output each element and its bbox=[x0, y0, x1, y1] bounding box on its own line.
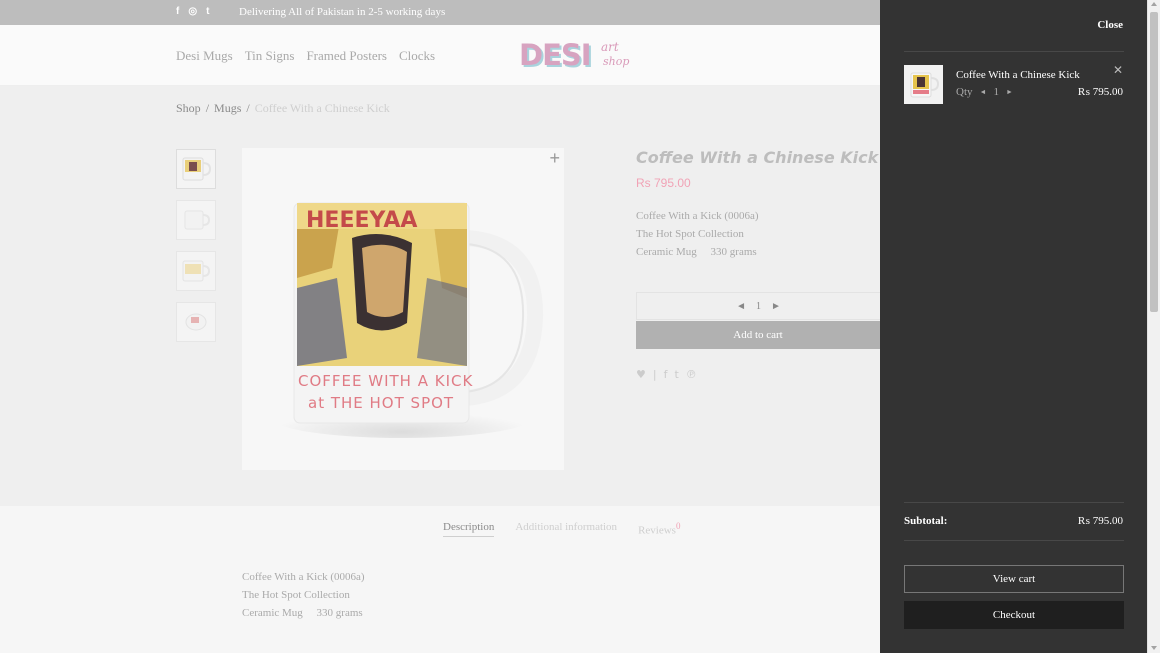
product-short-description: Coffee With a Kick (0006a) The Hot Spot … bbox=[636, 207, 759, 261]
logo-sub-shop: shop bbox=[603, 55, 630, 68]
desc-line: Coffee With a Kick (0006a) bbox=[636, 210, 759, 222]
zoom-icon[interactable]: + bbox=[549, 148, 560, 169]
cart-item-title[interactable]: Coffee With a Chinese Kick bbox=[956, 69, 1080, 81]
mug-thumbnail-icon bbox=[182, 157, 212, 181]
facebook-share-icon[interactable]: f bbox=[664, 368, 668, 381]
mug-image: HEEEYAA COFFEE WITH A KICK at THE HOT SP… bbox=[272, 202, 544, 438]
breadcrumb-shop[interactable]: Shop bbox=[176, 101, 201, 116]
thumbnail-2[interactable] bbox=[176, 200, 216, 240]
quantity-stepper[interactable]: ◄ 1 ► bbox=[636, 292, 880, 320]
wishlist-heart-icon[interactable]: ♥ bbox=[636, 368, 646, 381]
decrease-qty-icon[interactable]: ◄ bbox=[736, 301, 746, 312]
tab-description[interactable]: Description bbox=[443, 521, 495, 537]
scroll-up-icon[interactable] bbox=[1151, 2, 1157, 6]
subtotal-label: Subtotal: bbox=[904, 515, 948, 527]
page-scrollbar[interactable] bbox=[1147, 0, 1160, 653]
cart-item-image[interactable] bbox=[904, 65, 943, 104]
product-main-image[interactable]: + HEEEYAA COFFEE WITH A KICK at THE HOT bbox=[242, 148, 564, 470]
product-tabs: Description Additional information Revie… bbox=[443, 521, 680, 537]
breadcrumb-separator: / bbox=[246, 101, 250, 115]
divider: | bbox=[652, 368, 657, 381]
close-cart-button[interactable]: Close bbox=[1097, 19, 1123, 31]
reviews-count-badge: 0 bbox=[675, 521, 681, 531]
breadcrumb-separator: / bbox=[205, 101, 210, 115]
mug-thumbnail-icon bbox=[185, 313, 207, 331]
twitter-icon[interactable]: t bbox=[206, 6, 209, 17]
divider bbox=[904, 51, 1124, 52]
remove-item-icon[interactable]: ✕ bbox=[1113, 63, 1123, 77]
share-icons: ♥ | f t ℗ bbox=[636, 368, 697, 381]
logo-sub-art: art bbox=[601, 40, 619, 54]
instagram-icon[interactable]: ◎ bbox=[188, 6, 197, 17]
add-to-cart-button[interactable]: Add to cart bbox=[636, 321, 880, 349]
social-links: f ◎ t bbox=[176, 6, 209, 17]
checkout-button[interactable]: Checkout bbox=[904, 601, 1124, 629]
breadcrumb-mugs[interactable]: Mugs bbox=[214, 101, 241, 116]
nav-item-desi-mugs[interactable]: Desi Mugs bbox=[176, 48, 233, 64]
tab-additional-information[interactable]: Additional information bbox=[515, 521, 617, 537]
cart-item-price: ₨ 795.00 bbox=[1077, 86, 1123, 98]
desc-line: The Hot Spot Collection bbox=[636, 228, 744, 240]
mug-thumbnail-icon bbox=[910, 72, 939, 97]
quantity-value[interactable]: 1 bbox=[756, 301, 761, 312]
thumbnail-3[interactable] bbox=[176, 251, 216, 291]
divider bbox=[904, 502, 1124, 503]
desc-line: The Hot Spot Collection bbox=[242, 589, 350, 601]
svg-text:at THE HOT SPOT: at THE HOT SPOT bbox=[308, 394, 454, 412]
view-cart-button[interactable]: View cart bbox=[904, 565, 1124, 593]
thumbnail-4[interactable] bbox=[176, 302, 216, 342]
shipping-message: Delivering All of Pakistan in 2-5 workin… bbox=[239, 6, 446, 18]
tab-reviews-label: Reviews bbox=[638, 524, 676, 537]
product-price: Rs 795.00 bbox=[636, 176, 691, 190]
product-title: Coffee With a Chinese Kick bbox=[636, 148, 879, 167]
svg-text:HEEEYAA: HEEEYAA bbox=[306, 208, 417, 233]
main-nav: Desi Mugs Tin Signs Framed Posters Clock… bbox=[176, 48, 435, 64]
breadcrumb: Shop / Mugs / Coffee With a Chinese Kick bbox=[176, 101, 390, 116]
pinterest-share-icon[interactable]: ℗ bbox=[686, 368, 697, 381]
mug-thumbnail-icon bbox=[182, 260, 211, 282]
scrollbar-thumb[interactable] bbox=[1150, 12, 1158, 312]
desc-line: Ceramic Mug 330 grams bbox=[636, 246, 757, 258]
tab-reviews[interactable]: Reviews0 bbox=[638, 521, 680, 537]
tab-description-content: Coffee With a Kick (0006a) The Hot Spot … bbox=[242, 568, 365, 622]
increase-qty-icon[interactable]: ► bbox=[771, 301, 781, 312]
cart-qty-value[interactable]: 1 bbox=[993, 86, 999, 98]
qty-label: Qty bbox=[956, 86, 973, 98]
increase-qty-icon[interactable]: ► bbox=[1006, 88, 1013, 96]
nav-item-framed-posters[interactable]: Framed Posters bbox=[306, 48, 387, 64]
cart-item-quantity: Qty ◄ 1 ► bbox=[956, 86, 1013, 98]
nav-item-tin-signs[interactable]: Tin Signs bbox=[245, 48, 295, 64]
desc-line: Ceramic Mug 330 grams bbox=[242, 607, 363, 619]
facebook-icon[interactable]: f bbox=[176, 6, 179, 17]
mug-thumbnail-icon bbox=[184, 210, 211, 230]
svg-text:COFFEE WITH A KICK: COFFEE WITH A KICK bbox=[298, 372, 473, 390]
desc-line: Coffee With a Kick (0006a) bbox=[242, 571, 365, 583]
twitter-share-icon[interactable]: t bbox=[674, 368, 678, 381]
cart-drawer: Close Coffee With a Chinese Kick ✕ Qty ◄… bbox=[880, 0, 1147, 653]
nav-item-clocks[interactable]: Clocks bbox=[399, 48, 435, 64]
decrease-qty-icon[interactable]: ◄ bbox=[980, 88, 987, 96]
thumbnail-1[interactable] bbox=[176, 149, 216, 189]
product-thumbnails bbox=[176, 149, 216, 353]
subtotal-value: ₨ 795.00 bbox=[1077, 515, 1123, 527]
divider bbox=[904, 540, 1124, 541]
site-logo[interactable]: DESI art shop bbox=[519, 38, 631, 74]
logo-main: DESI bbox=[519, 38, 592, 72]
scroll-down-icon[interactable] bbox=[1151, 646, 1157, 650]
breadcrumb-current: Coffee With a Chinese Kick bbox=[254, 101, 390, 115]
